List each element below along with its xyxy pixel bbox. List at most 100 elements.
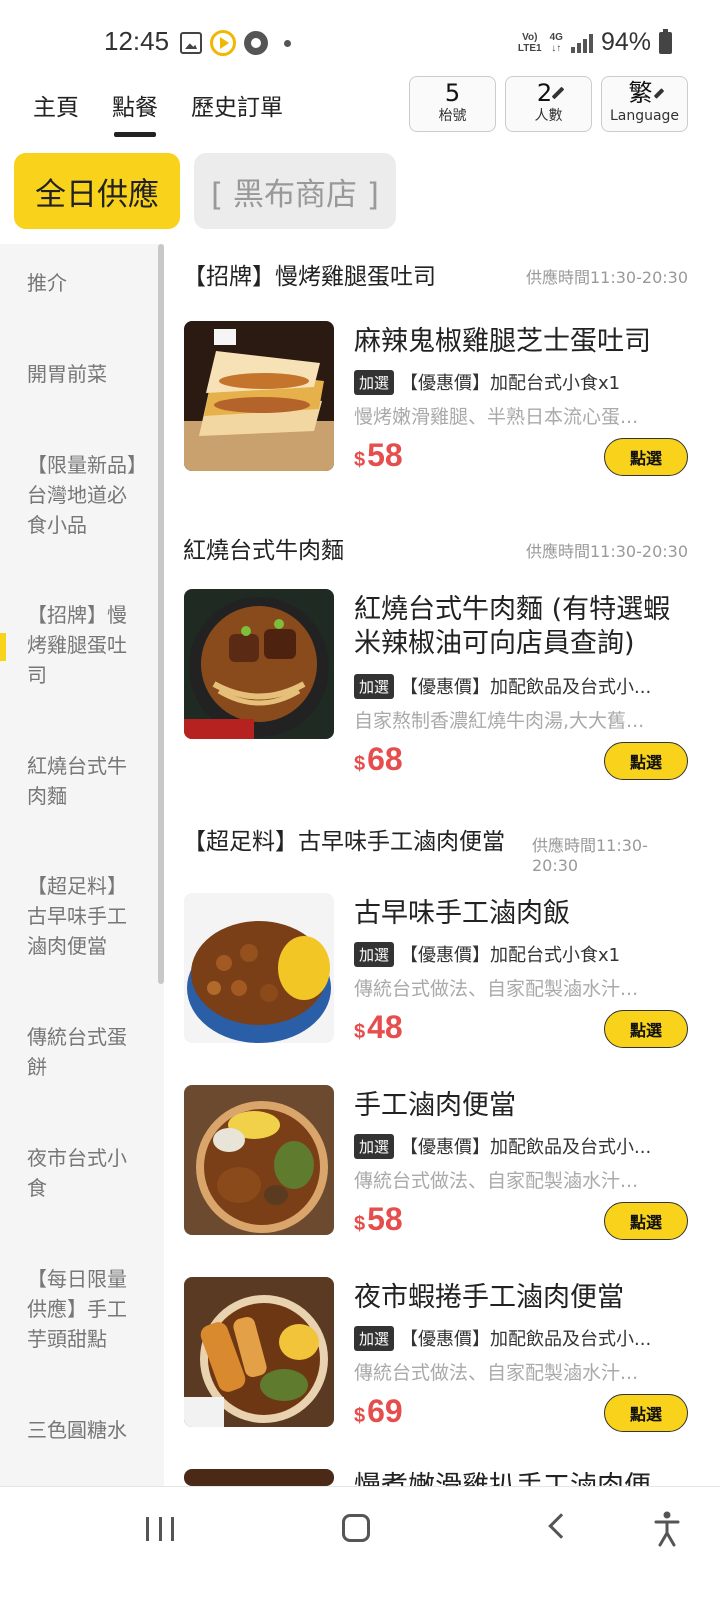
item-promo: 加選 【優惠價】加配飲品及台式小... bbox=[354, 1133, 688, 1159]
people-count-chip[interactable]: 2 人數 bbox=[505, 76, 592, 132]
promo-text: 【優惠價】加配飲品及台式小... bbox=[400, 1137, 652, 1158]
section-title: 【超足料】古早味手工滷肉便當 bbox=[183, 829, 505, 855]
item-name[interactable]: 手工滷肉便當 bbox=[354, 1089, 694, 1123]
item-description: 傳統台式做法、自家配製滷水汁... bbox=[354, 978, 639, 1000]
tab-order[interactable]: 點餐 bbox=[112, 88, 158, 137]
toast-photo bbox=[184, 321, 334, 471]
language-value: 繁 bbox=[628, 79, 653, 107]
sidebar-scrollbar[interactable] bbox=[158, 244, 164, 984]
language-chip[interactable]: 繁 Language bbox=[601, 76, 688, 132]
accessibility-icon[interactable] bbox=[654, 1511, 680, 1547]
promo-text: 【優惠價】加配台式小食x1 bbox=[400, 945, 621, 966]
chrome-icon bbox=[244, 31, 268, 55]
shrimp-roll-bento-photo bbox=[184, 1277, 334, 1427]
order-button[interactable]: 點選 bbox=[604, 438, 688, 476]
addon-tag: 加選 bbox=[354, 1325, 395, 1351]
item-name[interactable]: 紅燒台式牛肉麵 (有特選蝦米辣椒油可向店員查詢) bbox=[354, 593, 694, 661]
back-icon[interactable] bbox=[548, 1513, 574, 1539]
item-description: 傳統台式做法、自家配製滷水汁... bbox=[354, 1362, 639, 1384]
section-time: 供應時間11:30-20:30 bbox=[526, 268, 688, 287]
addon-tag: 加選 bbox=[354, 941, 395, 967]
status-bar: 12:45 Vo) LTE1 4G ↓↑ 94% bbox=[0, 0, 720, 80]
item-description: 慢烤嫩滑雞腿、半熟日本流心蛋... bbox=[354, 406, 639, 428]
section-title: 紅燒台式牛肉麵 bbox=[183, 538, 344, 564]
category-sidebar: 推介 開胃前菜 【限量新品】台灣地道必食小品 【招牌】慢烤雞腿蛋吐司 紅燒台式牛… bbox=[0, 244, 164, 1514]
table-number-chip[interactable]: 5 枱號 bbox=[409, 76, 496, 132]
item-price: $69 bbox=[354, 1393, 403, 1429]
addon-tag: 加選 bbox=[354, 369, 395, 395]
sidebar-item[interactable]: 傳統台式蛋餅 bbox=[27, 1022, 142, 1082]
gallery-icon bbox=[180, 32, 202, 54]
item-price: $48 bbox=[354, 1009, 403, 1045]
recent-apps-icon[interactable] bbox=[146, 1517, 174, 1541]
item-description: 傳統台式做法、自家配製滷水汁... bbox=[354, 1170, 639, 1192]
item-image[interactable] bbox=[184, 1085, 334, 1235]
item-image[interactable] bbox=[184, 893, 334, 1043]
battery-percent: 94% bbox=[600, 28, 651, 56]
table-label: 枱號 bbox=[438, 108, 467, 124]
status-time: 12:45 bbox=[104, 26, 170, 56]
order-button[interactable]: 點選 bbox=[604, 1202, 688, 1240]
promo-text: 【優惠價】加配飲品及台式小... bbox=[400, 677, 652, 698]
item-price: $58 bbox=[354, 437, 403, 473]
sidebar-item[interactable]: 【限量新品】台灣地道必食小品 bbox=[27, 450, 142, 540]
order-button[interactable]: 點選 bbox=[604, 1010, 688, 1048]
home-icon[interactable] bbox=[342, 1514, 370, 1542]
promo-text: 【優惠價】加配飲品及台式小... bbox=[400, 1329, 652, 1350]
item-description: 自家熬制香濃紅燒牛肉湯,大大舊... bbox=[354, 710, 645, 732]
item-name[interactable]: 慢煮嫩滑雞扒手工滷肉便 bbox=[354, 1470, 694, 1486]
tab-home[interactable]: 主頁 bbox=[33, 88, 79, 122]
braised-pork-bento-photo bbox=[184, 1085, 334, 1235]
table-number: 5 bbox=[444, 79, 461, 107]
item-price: $68 bbox=[354, 741, 403, 777]
item-image[interactable] bbox=[184, 1277, 334, 1427]
item-promo: 加選 【優惠價】加配台式小食x1 bbox=[354, 941, 688, 967]
item-image[interactable] bbox=[184, 321, 334, 471]
sidebar-item[interactable]: 三色圓糖水 bbox=[27, 1415, 142, 1445]
item-image[interactable] bbox=[184, 1469, 334, 1486]
sidebar-active-indicator bbox=[0, 633, 6, 661]
play-icon bbox=[210, 30, 236, 56]
more-notifications-icon bbox=[284, 39, 291, 47]
addon-tag: 加選 bbox=[354, 673, 395, 699]
network-type-icon: 4G ↓↑ bbox=[549, 31, 563, 54]
item-image[interactable] bbox=[184, 589, 334, 739]
sidebar-item[interactable]: 夜市台式小食 bbox=[27, 1143, 142, 1203]
item-promo: 加選 【優惠價】加配台式小食x1 bbox=[354, 369, 688, 395]
sidebar-item[interactable]: 【每日限量供應】手工芋頭甜點 bbox=[27, 1264, 142, 1354]
category-black-cloth-store[interactable]: [ 黑布商店 ] bbox=[194, 153, 396, 229]
promo-text: 【優惠價】加配台式小食x1 bbox=[400, 373, 621, 394]
item-name[interactable]: 古早味手工滷肉飯 bbox=[354, 897, 694, 931]
item-name[interactable]: 麻辣鬼椒雞腿芝士蛋吐司 bbox=[354, 325, 694, 359]
edit-icon bbox=[653, 87, 664, 99]
sidebar-item-active[interactable]: 【招牌】慢烤雞腿蛋吐司 bbox=[27, 600, 142, 690]
item-promo: 加選 【優惠價】加配飲品及台式小... bbox=[354, 1325, 688, 1351]
volte-icon: Vo) LTE1 bbox=[517, 31, 542, 54]
edit-icon bbox=[551, 86, 565, 100]
beef-noodle-photo bbox=[184, 589, 334, 739]
sidebar-item[interactable]: 紅燒台式牛肉麵 bbox=[27, 751, 142, 811]
addon-tag: 加選 bbox=[354, 1133, 395, 1159]
notification-icons bbox=[180, 30, 291, 56]
section-time: 供應時間11:30-20:30 bbox=[526, 542, 688, 561]
sidebar-item[interactable]: 【超足料】古早味手工滷肉便當 bbox=[27, 871, 142, 961]
order-button[interactable]: 點選 bbox=[604, 1394, 688, 1432]
signal-icon bbox=[570, 33, 593, 53]
sidebar-item[interactable]: 開胃前菜 bbox=[27, 359, 142, 389]
section-time: 供應時間11:30-20:30 bbox=[532, 836, 648, 875]
sidebar-item[interactable]: 推介 bbox=[27, 268, 142, 298]
item-price: $58 bbox=[354, 1201, 403, 1237]
tab-order-history[interactable]: 歷史訂單 bbox=[191, 88, 283, 122]
section-title: 【招牌】慢烤雞腿蛋吐司 bbox=[183, 264, 436, 290]
item-name[interactable]: 夜市蝦捲手工滷肉便當 bbox=[354, 1281, 694, 1315]
language-label: Language bbox=[609, 108, 680, 124]
battery-icon bbox=[659, 28, 672, 54]
system-status: Vo) LTE1 4G ↓↑ 94% bbox=[518, 28, 672, 57]
system-nav-bar bbox=[0, 1486, 720, 1600]
people-label: 人數 bbox=[534, 108, 563, 124]
item-promo: 加選 【優惠價】加配飲品及台式小... bbox=[354, 673, 688, 699]
braised-pork-rice-photo bbox=[184, 893, 334, 1043]
order-button[interactable]: 點選 bbox=[604, 742, 688, 780]
people-count: 2 bbox=[536, 79, 553, 107]
category-all-day[interactable]: 全日供應 bbox=[14, 153, 180, 229]
